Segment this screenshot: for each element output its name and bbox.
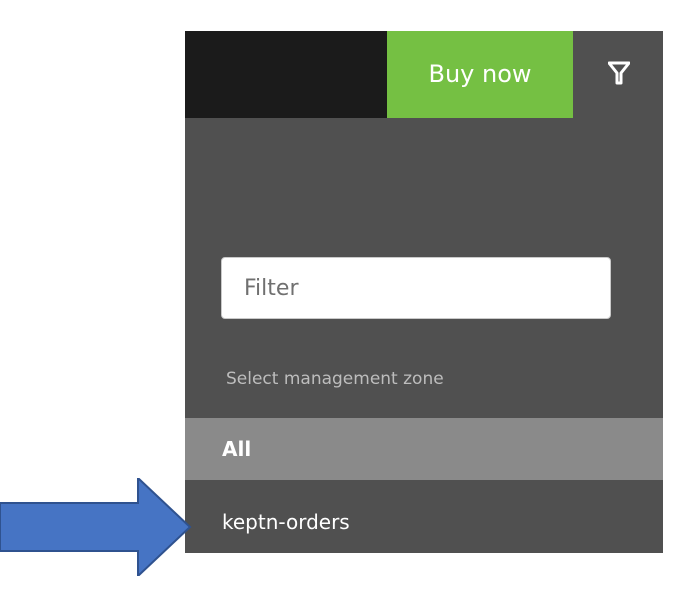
buy-now-button[interactable]: Buy now: [387, 31, 573, 118]
arrow-right-icon: [0, 478, 192, 576]
screenshot-stage: Buy now Select management zone All keptn…: [0, 0, 685, 600]
select-management-zone-label: Select management zone: [226, 369, 444, 389]
filter-icon: [608, 61, 630, 85]
top-bar: Buy now: [185, 31, 663, 118]
zone-item-all[interactable]: All: [185, 418, 663, 480]
zone-item-keptn-orders[interactable]: keptn-orders: [185, 491, 663, 553]
filter-toggle-button[interactable]: [573, 31, 663, 118]
top-bar-dark-area: [185, 31, 387, 118]
management-zone-panel: Buy now Select management zone All keptn…: [185, 31, 663, 553]
filter-input[interactable]: [221, 257, 611, 319]
